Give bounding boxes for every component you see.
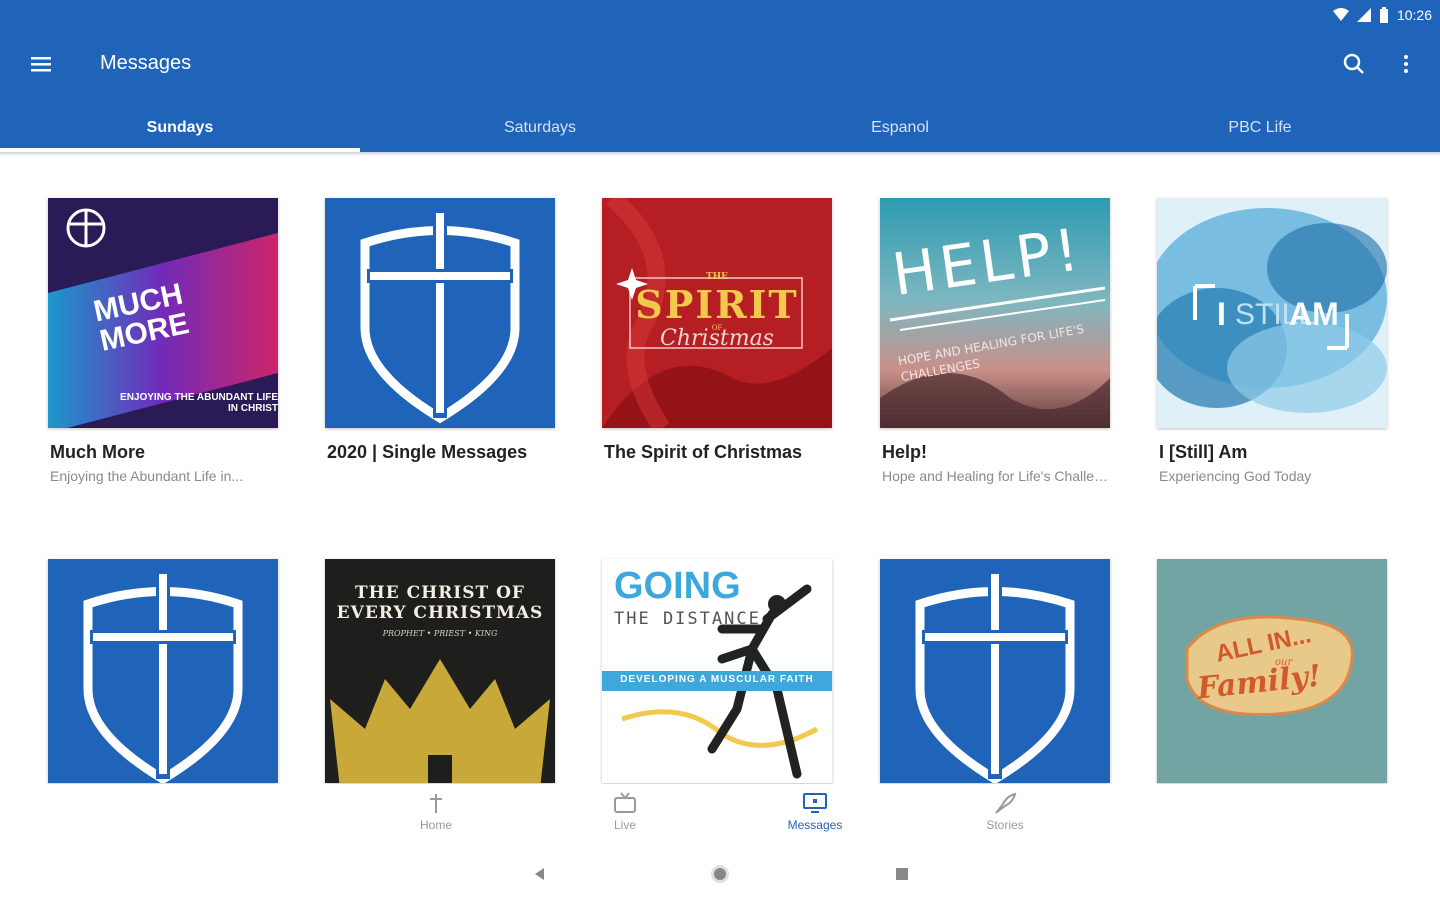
hamburger-icon: [31, 57, 51, 72]
artwork-title: GOING: [614, 565, 741, 607]
nav-live[interactable]: Live: [565, 792, 685, 844]
artwork-title: SPIRIT: [635, 282, 799, 327]
tab-espanol[interactable]: Espanol: [720, 104, 1080, 152]
wifi-icon: [1332, 8, 1349, 21]
series-artwork: THE SPIRIT OF Christmas: [602, 198, 832, 428]
recents-button[interactable]: [890, 862, 914, 886]
tab-saturdays[interactable]: Saturdays: [360, 104, 720, 152]
series-artwork: MUCH MORE ENJOYING THE ABUNDANT LIFE IN …: [48, 198, 278, 428]
search-button[interactable]: [1338, 48, 1370, 80]
back-button[interactable]: [528, 862, 552, 886]
home-button[interactable]: [708, 862, 732, 886]
church-logo-icon: [915, 569, 1075, 783]
more-vert-icon: [1404, 55, 1408, 73]
series-subtitle: Hope and Healing for Life's Challenges: [882, 468, 1112, 484]
church-logo-icon: [360, 208, 520, 424]
artwork-title: THE CHRIST OF EVERY CHRISTMAS: [336, 583, 544, 623]
artwork-band: DEVELOPING A MUSCULAR FAITH: [620, 674, 814, 685]
series-title: 2020 | Single Messages: [327, 442, 528, 462]
series-artwork: [880, 559, 1110, 783]
artwork-subtitle: THE DISTANCE: [614, 609, 761, 629]
home-circle-icon: [711, 865, 729, 883]
nav-home-label: Home: [419, 818, 452, 832]
artwork-left: I: [1217, 296, 1226, 332]
series-artwork: HELP! HOPE AND HEALING FOR LIFE'S CHALLE…: [880, 198, 1110, 428]
series-artwork: I STILL AM: [1157, 198, 1387, 428]
status-time: 10:26: [1396, 7, 1432, 23]
series-subtitle: Enjoying the Abundant Life in...: [50, 468, 244, 484]
nav-messages-label: Messages: [787, 818, 843, 832]
tab-bar: Sundays Saturdays Espanol PBC Life: [0, 104, 1440, 152]
series-subtitle: Experiencing God Today: [1159, 468, 1312, 484]
cross-icon: [430, 794, 442, 813]
monitor-icon: [803, 793, 827, 813]
tab-sundays[interactable]: Sundays: [0, 104, 360, 152]
series-title: Help!: [882, 442, 927, 462]
app-bar-shadow: [0, 152, 1440, 156]
bottom-navigation: Home Live Messages Stories: [0, 784, 1440, 844]
series-artwork: [325, 198, 555, 428]
series-artwork: ALL IN... our Family!: [1157, 559, 1387, 783]
page-title: Messages: [100, 52, 192, 74]
nav-home[interactable]: Home: [376, 792, 496, 844]
series-artwork: GOING THE DISTANCE DEVELOPING A MUSCULAR…: [602, 559, 832, 783]
tab-pbc-life[interactable]: PBC Life: [1080, 104, 1440, 152]
search-icon: [1343, 53, 1364, 74]
series-title: I [Still] Am: [1159, 442, 1248, 462]
artwork-kicker: THE: [705, 272, 729, 282]
recents-square-icon: [896, 868, 908, 880]
series-title: The Spirit of Christmas: [604, 442, 803, 462]
tv-icon: [614, 792, 636, 813]
nav-messages[interactable]: Messages: [755, 792, 875, 844]
series-title: Much More: [50, 442, 146, 462]
nav-stories-label: Stories: [986, 818, 1024, 832]
series-artwork: [48, 559, 278, 783]
nav-live-label: Live: [613, 818, 636, 832]
series-artwork: THE CHRIST OF EVERY CHRISTMAS PROPHET • …: [325, 559, 555, 783]
back-triangle-icon: [535, 868, 544, 880]
artwork-script: Christmas: [660, 326, 774, 351]
quill-icon: [995, 792, 1017, 814]
app-bar: 10:26 Messages Sundays Saturdays Espanol…: [0, 0, 1440, 152]
artwork-right: AM: [1289, 296, 1339, 332]
menu-button[interactable]: [22, 48, 60, 80]
status-bar: 10:26: [1332, 0, 1440, 30]
church-logo-icon: [83, 569, 243, 783]
more-options-button[interactable]: [1394, 48, 1418, 80]
nav-stories[interactable]: Stories: [945, 792, 1065, 844]
battery-icon: [1379, 7, 1388, 23]
artwork-caption: ENJOYING THE ABUNDANT LIFE IN CHRIST: [120, 392, 278, 414]
artwork-caption: PROPHET • PRIEST • KING: [382, 629, 498, 638]
toolbar: Messages: [0, 36, 1440, 92]
system-navigation-bar: [0, 846, 1440, 900]
signal-icon: [1356, 8, 1371, 22]
